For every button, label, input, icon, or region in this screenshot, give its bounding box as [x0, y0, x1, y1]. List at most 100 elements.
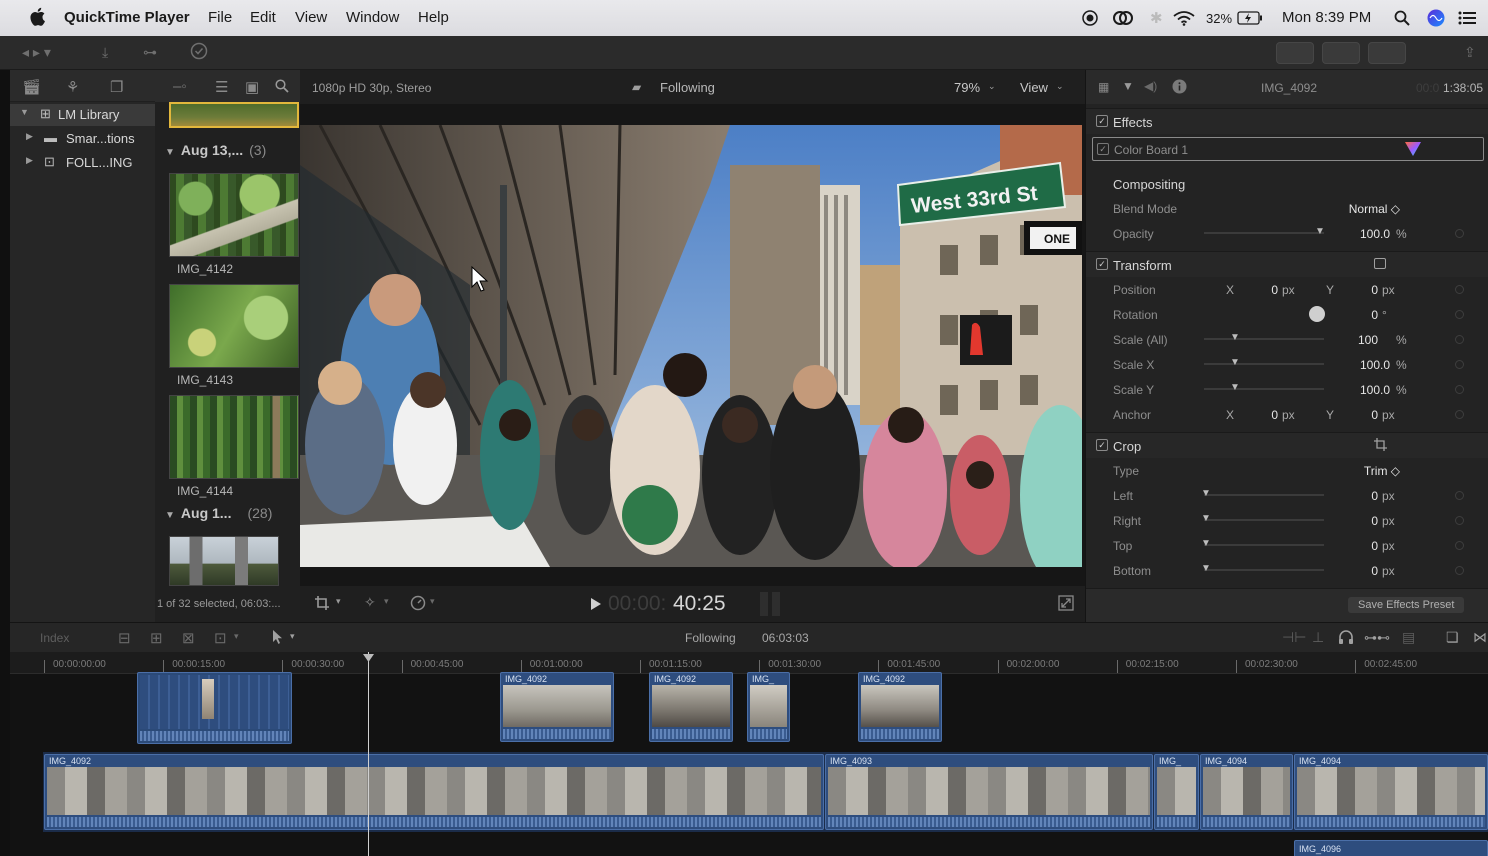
clip-thumbnail[interactable]: [169, 173, 299, 257]
effects-checkbox[interactable]: ✓: [1096, 115, 1108, 127]
keyframe-button[interactable]: [1455, 360, 1464, 369]
append-clip-icon[interactable]: ⊠: [182, 629, 195, 647]
clip-thumbnail-selected[interactable]: [169, 102, 299, 128]
position-x-value[interactable]: 0: [1256, 283, 1278, 297]
chevron-down-icon[interactable]: ▾: [430, 596, 435, 607]
crop-checkbox[interactable]: ✓: [1096, 439, 1108, 451]
opacity-slider-knob[interactable]: ▼: [1315, 226, 1325, 237]
scale-all-slider-knob[interactable]: ▼: [1230, 332, 1240, 343]
disclosure-closed-icon[interactable]: ▶: [26, 155, 33, 166]
siri-icon[interactable]: [1427, 9, 1445, 31]
filmstrip-view-icon[interactable]: ☰: [215, 78, 228, 96]
menu-window[interactable]: Window: [346, 9, 399, 26]
menu-file[interactable]: File: [208, 9, 232, 26]
notification-center-icon[interactable]: [1458, 11, 1476, 29]
disclosure-open-icon[interactable]: ▼: [165, 147, 175, 158]
color-inspector-icon[interactable]: ▼: [1122, 79, 1134, 93]
retime-icon[interactable]: [410, 595, 426, 616]
show-timeline-button[interactable]: [1322, 42, 1360, 64]
scale-all-value[interactable]: 100: [1356, 333, 1378, 347]
clapper-icon[interactable]: 🎬︎: [22, 78, 41, 96]
sidebar-item-following-event[interactable]: ▶ ⊡ FOLL...ING: [10, 152, 155, 174]
audio-inspector-icon[interactable]: ◀︎): [1144, 79, 1157, 93]
storyline-clip[interactable]: IMG_4094: [1294, 754, 1488, 830]
select-tool-icon[interactable]: [272, 629, 284, 650]
clip-appearance-icon[interactable]: –◦: [173, 78, 187, 95]
chevron-down-icon[interactable]: ▾: [234, 631, 239, 642]
playhead[interactable]: [363, 652, 374, 856]
transitions-browser-icon[interactable]: ⋈: [1473, 629, 1487, 646]
connected-clip[interactable]: IMG_: [747, 672, 790, 742]
color-board-row[interactable]: ✓ Color Board 1: [1092, 137, 1484, 161]
keyframe-button[interactable]: [1455, 385, 1464, 394]
crop-right-slider-knob[interactable]: ▼: [1201, 513, 1211, 524]
keyframe-button[interactable]: [1455, 229, 1464, 238]
keyframe-button[interactable]: [1455, 516, 1464, 525]
blend-mode-popup[interactable]: Normal ◇: [1336, 202, 1400, 216]
crop-onscreen-icon[interactable]: [1374, 438, 1387, 454]
storyline-clip[interactable]: IMG_4092: [44, 754, 824, 830]
connected-clip[interactable]: IMG_4092: [649, 672, 733, 742]
chevron-down-icon[interactable]: ⌄: [988, 81, 996, 92]
storyline-clip[interactable]: IMG_: [1154, 754, 1199, 830]
import-icon[interactable]: ⤓: [102, 44, 108, 61]
event-group-header[interactable]: ▼ Aug 13,... (3): [165, 142, 266, 158]
crop-left-value[interactable]: 0: [1356, 489, 1378, 503]
color-board-icon[interactable]: [1405, 142, 1421, 159]
photos-icon[interactable]: ⚘: [66, 78, 79, 96]
play-button[interactable]: [591, 597, 601, 615]
fullscreen-icon[interactable]: [1058, 595, 1074, 616]
scale-y-slider-knob[interactable]: ▼: [1230, 382, 1240, 393]
connected-clip[interactable]: IMG_4092: [858, 672, 942, 742]
background-tasks-icon[interactable]: [190, 42, 208, 63]
crop-right-slider[interactable]: [1204, 519, 1324, 521]
menu-edit[interactable]: Edit: [250, 9, 276, 26]
scale-all-slider[interactable]: [1204, 338, 1324, 340]
crop-bottom-slider[interactable]: [1204, 569, 1324, 571]
crop-left-slider-knob[interactable]: ▼: [1201, 488, 1211, 499]
crop-right-value[interactable]: 0: [1356, 514, 1378, 528]
keyframe-button[interactable]: [1455, 491, 1464, 500]
crop-top-slider-knob[interactable]: ▼: [1201, 538, 1211, 549]
keyframe-button[interactable]: [1455, 310, 1464, 319]
keyframe-button[interactable]: [1455, 541, 1464, 550]
keyword-icon[interactable]: ⊶: [143, 44, 157, 61]
overwrite-clip-icon[interactable]: ⊡: [214, 629, 227, 647]
titles-icon[interactable]: ❐: [110, 78, 123, 96]
connected-clip-below[interactable]: IMG_4096: [1294, 840, 1488, 856]
sidebar-item-lm-library[interactable]: ▼ ⊞ LM Library: [10, 104, 155, 126]
crop-left-slider[interactable]: [1204, 494, 1324, 496]
keyframe-button[interactable]: [1455, 285, 1464, 294]
storyline-clip[interactable]: IMG_4093: [825, 754, 1153, 830]
menu-clock[interactable]: Mon 8:39 PM: [1282, 9, 1371, 26]
transform-checkbox[interactable]: ✓: [1096, 258, 1108, 270]
record-status-icon[interactable]: [1082, 10, 1098, 30]
transform-onscreen-icon[interactable]: [1374, 258, 1386, 269]
scale-x-slider[interactable]: [1204, 363, 1324, 365]
crop-bottom-slider-knob[interactable]: ▼: [1201, 563, 1211, 574]
save-effects-preset-button[interactable]: Save Effects Preset: [1348, 597, 1465, 613]
timeline-ruler[interactable]: 00:00:00:00 00:00:15:00 00:00:30:00 00:00:4…: [10, 652, 1488, 674]
bluetooth-icon[interactable]: ✱: [1150, 9, 1163, 27]
keyframe-button[interactable]: [1455, 566, 1464, 575]
color-board-checkbox[interactable]: ✓: [1097, 143, 1109, 155]
opacity-slider[interactable]: [1204, 232, 1324, 234]
chevron-down-icon[interactable]: ⌄: [1056, 81, 1064, 92]
insert-clip-icon[interactable]: ⊞: [150, 629, 163, 647]
chevron-down-icon[interactable]: ▾: [384, 596, 389, 607]
video-inspector-icon[interactable]: ▦: [1098, 80, 1109, 94]
disclosure-closed-icon[interactable]: ▶: [26, 131, 33, 142]
show-browser-button[interactable]: [1276, 42, 1314, 64]
clip-appearance-icon[interactable]: ▤: [1402, 629, 1415, 646]
menu-app-name[interactable]: QuickTime Player: [64, 9, 190, 26]
crop-top-slider[interactable]: [1204, 544, 1324, 546]
keyframe-button[interactable]: [1455, 335, 1464, 344]
chevron-down-icon[interactable]: ▾: [336, 596, 341, 607]
search-icon[interactable]: [275, 79, 289, 97]
back-forward-icon[interactable]: ◂ ▸ ▾: [22, 44, 51, 61]
event-group-header[interactable]: ▼ Aug 1... (28): [165, 505, 272, 521]
opacity-value[interactable]: 100.0: [1342, 227, 1390, 241]
sidebar-item-smart-collections[interactable]: ▶ ▬ Smar...tions: [10, 128, 155, 150]
crop-type-popup[interactable]: Trim ◇: [1336, 464, 1400, 478]
wifi-icon[interactable]: [1173, 10, 1195, 30]
